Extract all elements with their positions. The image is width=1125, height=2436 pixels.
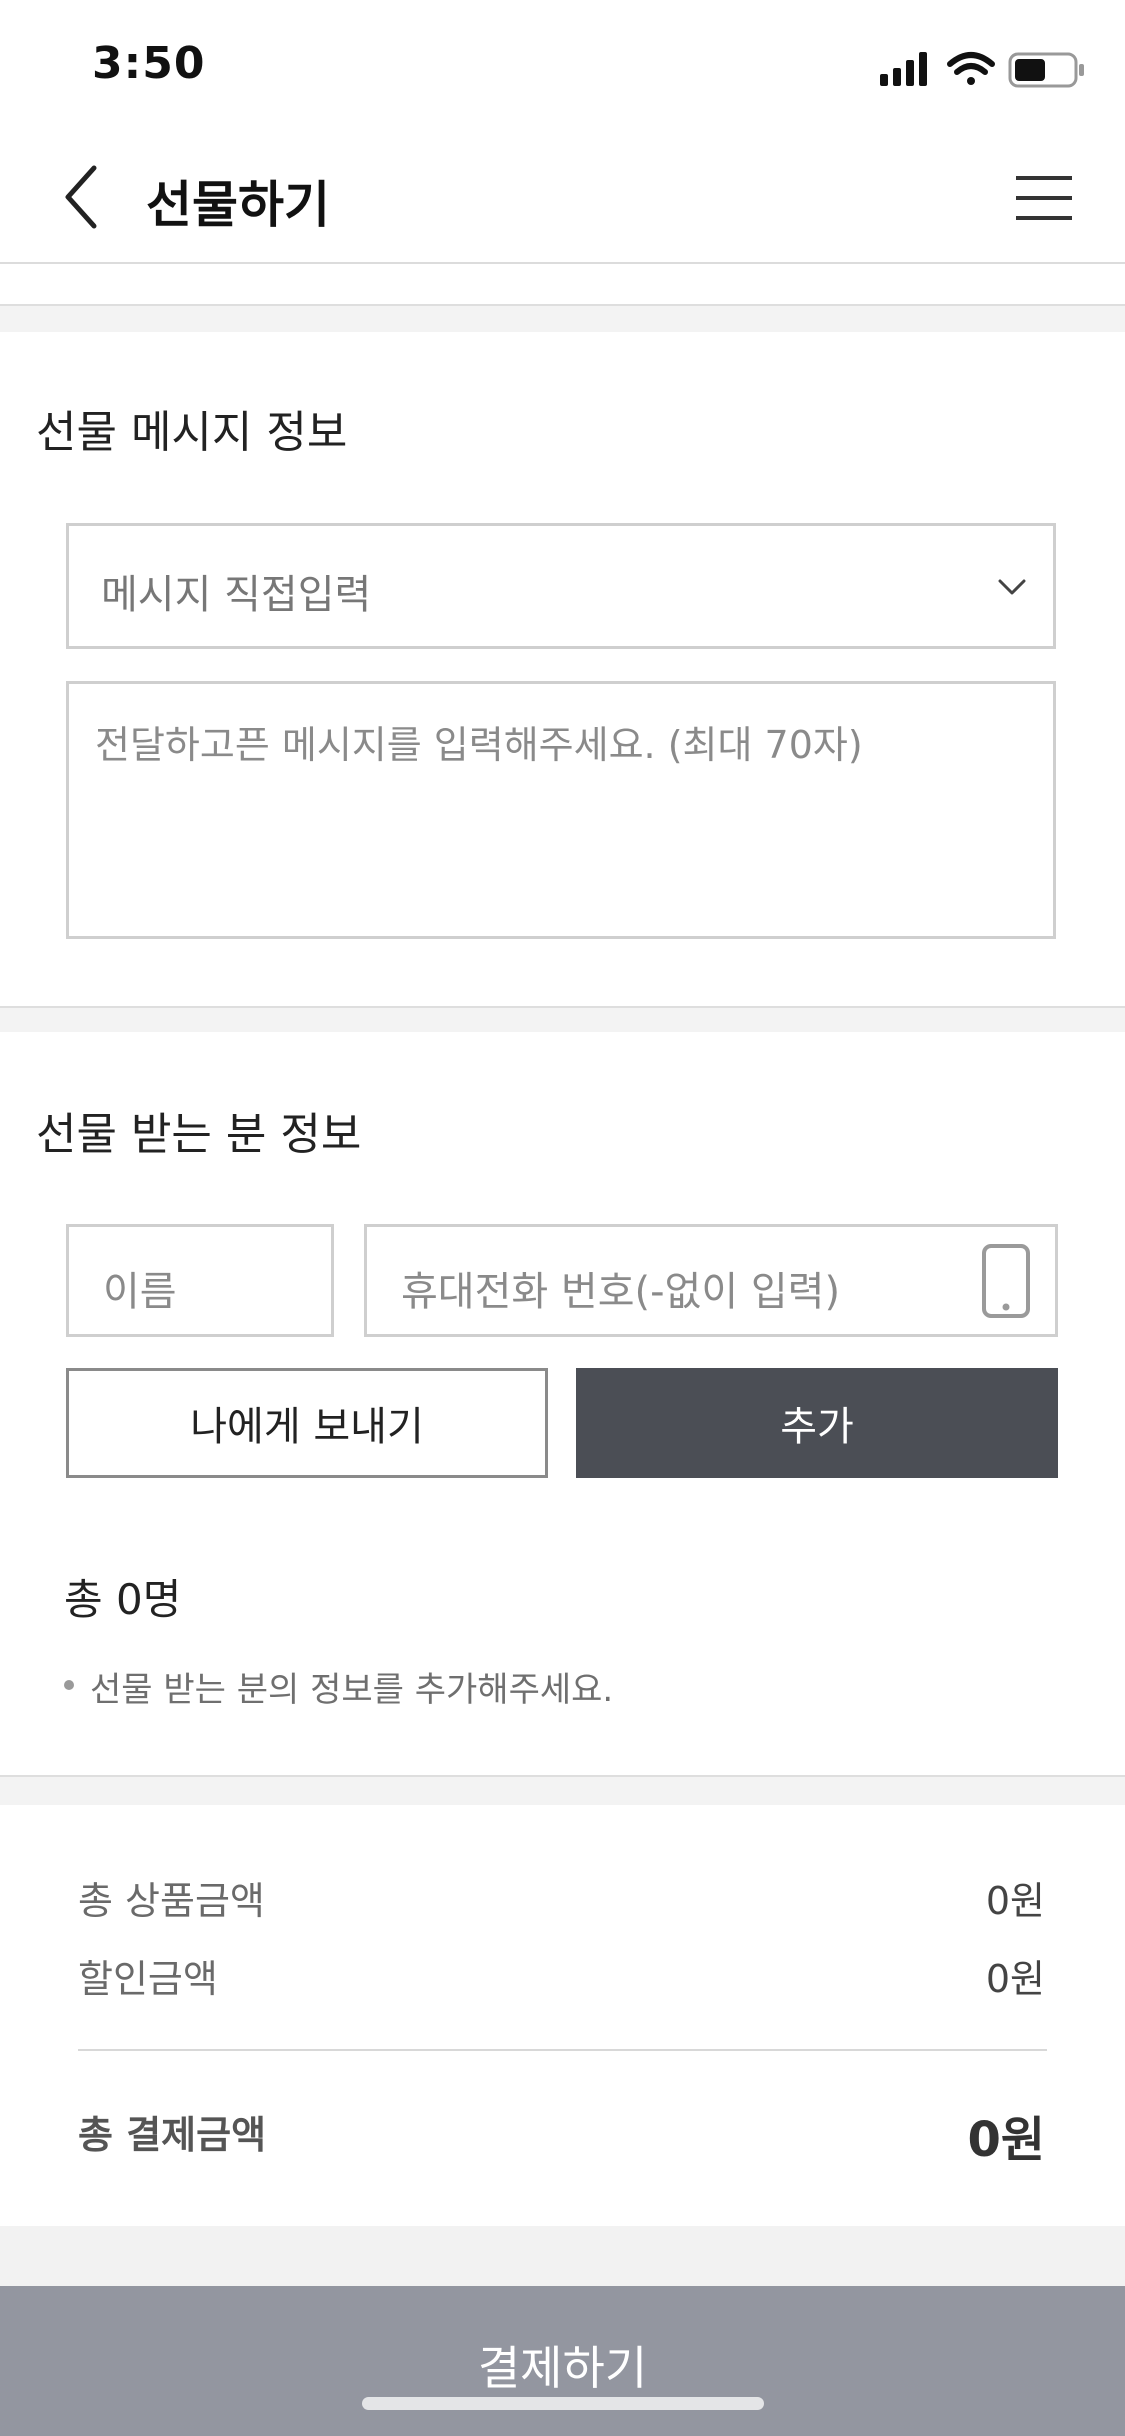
product-amount-value: 0원 [985, 1879, 1045, 1923]
hamburger-menu-icon[interactable] [1016, 170, 1072, 226]
message-section-title: 선물 메시지 정보 [36, 407, 348, 458]
section-separator [0, 1006, 1125, 1032]
phone-contacts-icon[interactable] [981, 1243, 1031, 1319]
pay-button[interactable]: 결제하기 [0, 2286, 1125, 2436]
recipient-name-input[interactable]: 이름 [66, 1224, 334, 1337]
recipient-name-placeholder: 이름 [103, 1269, 177, 1315]
chevron-left-icon[interactable] [58, 162, 108, 232]
header-divider [0, 262, 1125, 264]
message-textarea-placeholder: 전달하고픈 메시지를 입력해주세요. (최대 70자) [95, 723, 863, 767]
recipient-phone-placeholder: 휴대전화 번호(-없이 입력) [401, 1269, 841, 1315]
recipient-phone-input[interactable]: 휴대전화 번호(-없이 입력) [364, 1224, 1058, 1337]
wifi-icon [947, 52, 995, 85]
send-to-self-button[interactable]: 나에게 보내기 [66, 1368, 548, 1478]
status-icons [880, 52, 1084, 88]
recipient-section-title: 선물 받는 분 정보 [36, 1109, 362, 1160]
total-payment-value: 0원 [967, 2112, 1045, 2168]
page-title: 선물하기 [146, 176, 330, 234]
bullet-dot [64, 1680, 74, 1690]
product-amount-label: 총 상품금액 [78, 1879, 265, 1923]
message-type-select[interactable]: 메시지 직접입력 [66, 523, 1056, 649]
recipient-guide-text: 선물 받는 분의 정보를 추가해주세요. [90, 1670, 614, 1710]
chevron-down-icon [998, 579, 1026, 595]
section-separator [0, 1775, 1125, 1805]
add-recipient-button[interactable]: 추가 [576, 1368, 1058, 1478]
status-time: 3:50 [92, 38, 206, 89]
total-payment-label: 총 결제금액 [78, 2113, 267, 2157]
message-textarea[interactable]: 전달하고픈 메시지를 입력해주세요. (최대 70자) [66, 681, 1056, 939]
discount-amount-value: 0원 [985, 1957, 1045, 2001]
message-type-select-value: 메시지 직접입력 [101, 572, 372, 618]
discount-amount-label: 할인금액 [78, 1957, 218, 2001]
signal-icon [880, 52, 927, 86]
pay-button-label: 결제하기 [477, 2341, 648, 2395]
section-separator [0, 304, 1125, 332]
recipient-total-count: 총 0명 [64, 1575, 182, 1624]
home-indicator [362, 2397, 764, 2410]
bottom-spacer [0, 2226, 1125, 2286]
battery-icon [1008, 52, 1084, 88]
summary-divider [78, 2049, 1047, 2051]
